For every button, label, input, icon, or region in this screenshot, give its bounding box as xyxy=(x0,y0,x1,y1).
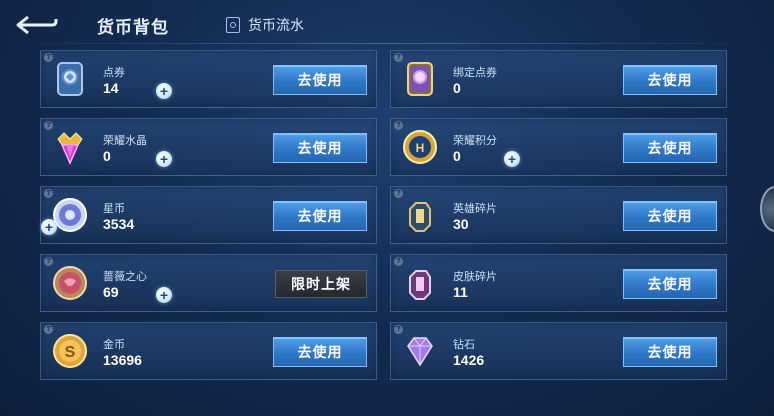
use-button[interactable]: 去使用 xyxy=(273,65,367,95)
currency-name: 荣耀水晶 xyxy=(103,135,147,147)
back-arrow-icon xyxy=(16,15,58,35)
use-button[interactable]: 去使用 xyxy=(273,337,367,367)
glory-crystal-icon xyxy=(50,127,90,167)
currency-card: ? H 荣耀积分 0 + 去使用 xyxy=(390,118,727,176)
coupon-card-icon xyxy=(50,59,90,99)
currency-card: ? 星币 3534 + 去使用 xyxy=(40,186,377,244)
use-button[interactable]: 去使用 xyxy=(623,65,717,95)
use-button[interactable]: 去使用 xyxy=(623,337,717,367)
currency-card: ? 英雄碎片 30 去使用 xyxy=(390,186,727,244)
page-title: 货币背包 xyxy=(97,18,169,37)
currency-card: ? 蔷薇之心 69 + 限时上架 xyxy=(40,254,377,312)
currency-name: 荣耀积分 xyxy=(453,135,497,147)
svg-text:H: H xyxy=(416,141,425,155)
currency-card: ? S 金币 13696 去使用 xyxy=(40,322,377,380)
currency-amount: 13696 xyxy=(103,352,142,368)
currency-name: 皮肤碎片 xyxy=(453,271,497,283)
currency-name: 英雄碎片 xyxy=(453,203,497,215)
tab-currency-ledger-label: 货币流水 xyxy=(248,17,304,33)
bound-coupon-card-icon xyxy=(400,59,440,99)
currency-card: ? 绑定点券 0 去使用 xyxy=(390,50,727,108)
divider xyxy=(40,43,730,44)
ledger-icon xyxy=(226,17,240,33)
use-button[interactable]: 去使用 xyxy=(623,269,717,299)
add-currency-button[interactable]: + xyxy=(156,83,172,99)
add-currency-button[interactable]: + xyxy=(156,151,172,167)
limited-time-tag: 限时上架 xyxy=(275,270,367,298)
tab-currency-ledger[interactable]: 货币流水 xyxy=(226,15,304,35)
currency-name: 蔷薇之心 xyxy=(103,271,147,283)
currency-card: ? 点券 14 + 去使用 xyxy=(40,50,377,108)
currency-amount: 0 xyxy=(103,148,111,164)
use-button[interactable]: 去使用 xyxy=(273,133,367,163)
currency-name: 点券 xyxy=(103,67,125,79)
add-currency-button[interactable]: + xyxy=(504,151,520,167)
currency-amount: 69 xyxy=(103,284,119,300)
add-currency-button[interactable]: + xyxy=(41,219,57,235)
add-currency-button[interactable]: + xyxy=(156,287,172,303)
gold-coin-icon: S xyxy=(50,331,90,371)
currency-amount: 0 xyxy=(453,148,461,164)
diamond-icon xyxy=(400,331,440,371)
currency-amount: 3534 xyxy=(103,216,135,232)
currency-card: ? 荣耀水晶 0 + 去使用 xyxy=(40,118,377,176)
use-button[interactable]: 去使用 xyxy=(623,133,717,163)
currency-amount: 30 xyxy=(453,216,469,232)
currency-name: 金币 xyxy=(103,339,125,351)
hero-fragment-icon xyxy=(400,195,440,235)
currency-amount: 14 xyxy=(103,80,119,96)
currency-name: 星币 xyxy=(103,203,125,215)
svg-text:S: S xyxy=(65,344,76,361)
currency-amount: 0 xyxy=(453,80,461,96)
side-drawer-handle[interactable] xyxy=(760,186,774,232)
rose-heart-icon xyxy=(50,263,90,303)
top-bar: 货币背包 货币流水 xyxy=(0,0,774,48)
glory-points-icon: H xyxy=(400,127,440,167)
currency-amount: 11 xyxy=(453,284,468,300)
currency-name: 绑定点券 xyxy=(453,67,497,79)
currency-card: ? 钻石 1426 去使用 xyxy=(390,322,727,380)
currency-card: ? 皮肤碎片 11 去使用 xyxy=(390,254,727,312)
currency-amount: 1426 xyxy=(453,352,485,368)
use-button[interactable]: 去使用 xyxy=(273,201,367,231)
skin-fragment-icon xyxy=(400,263,440,303)
use-button[interactable]: 去使用 xyxy=(623,201,717,231)
back-button[interactable] xyxy=(14,14,58,36)
currency-name: 钻石 xyxy=(453,339,475,351)
